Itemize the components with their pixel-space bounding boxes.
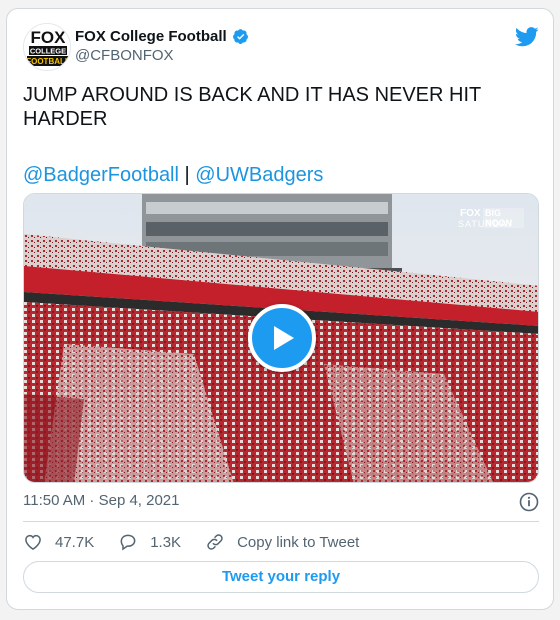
video-player[interactable]: FOX BIG NOON SATURDAY xyxy=(23,193,539,483)
like-action[interactable]: 47.7K xyxy=(23,532,94,552)
verified-badge-icon xyxy=(232,29,248,44)
tweet-card: FOX COLLEGE FOOTBALL FOX College Footbal… xyxy=(6,8,554,610)
like-count: 47.7K xyxy=(55,533,95,551)
play-icon xyxy=(274,326,294,350)
info-icon[interactable] xyxy=(519,492,539,512)
reply-action[interactable]: 1.3K xyxy=(118,532,181,552)
tweet-mentions: @BadgerFootball | @UWBadgers xyxy=(23,163,323,187)
mention-separator: | xyxy=(178,164,196,186)
reply-bubble-icon xyxy=(120,534,136,551)
tweet-reply-button[interactable]: Tweet your reply xyxy=(23,561,539,593)
copy-link-action[interactable]: Copy link to Tweet xyxy=(205,532,359,552)
display-name[interactable]: FOX College Football xyxy=(75,28,227,45)
avatar[interactable]: FOX COLLEGE FOOTBALL xyxy=(23,23,71,71)
timestamp-row: 11:50 AM · Sep 4, 2021 xyxy=(23,492,539,512)
handle[interactable]: @CFBONFOX xyxy=(75,47,249,64)
tweet-text: JUMP AROUND IS BACK AND IT HAS NEVER HIT… xyxy=(23,84,481,130)
link-icon xyxy=(207,534,223,550)
play-button[interactable] xyxy=(248,304,316,372)
tweet-timestamp[interactable]: 11:50 AM · Sep 4, 2021 xyxy=(23,492,180,509)
heart-icon xyxy=(25,534,41,550)
copy-link-label: Copy link to Tweet xyxy=(237,533,360,551)
fox-big-noon-saturday-logo: FOX BIG NOON SATURDAY xyxy=(458,208,524,232)
tweet-actions: 47.7K 1.3K Copy link to Tweet xyxy=(23,531,383,553)
account-info: FOX College Football @CFBONFOX xyxy=(75,28,249,64)
svg-text:COLLEGE: COLLEGE xyxy=(30,47,66,56)
svg-text:FOX: FOX xyxy=(31,28,67,47)
reply-count: 1.3K xyxy=(150,533,182,551)
twitter-bird-icon[interactable] xyxy=(515,27,539,47)
svg-text:FOOTBALL: FOOTBALL xyxy=(26,57,70,66)
mention-link-badgerfootball[interactable]: @BadgerFootball xyxy=(23,164,179,186)
fox-college-football-logo: FOX COLLEGE FOOTBALL xyxy=(24,24,70,70)
divider xyxy=(23,521,539,522)
tweet-header: FOX COLLEGE FOOTBALL FOX College Footbal… xyxy=(23,23,539,73)
mention-link-uwbadgers[interactable]: @UWBadgers xyxy=(195,164,323,186)
